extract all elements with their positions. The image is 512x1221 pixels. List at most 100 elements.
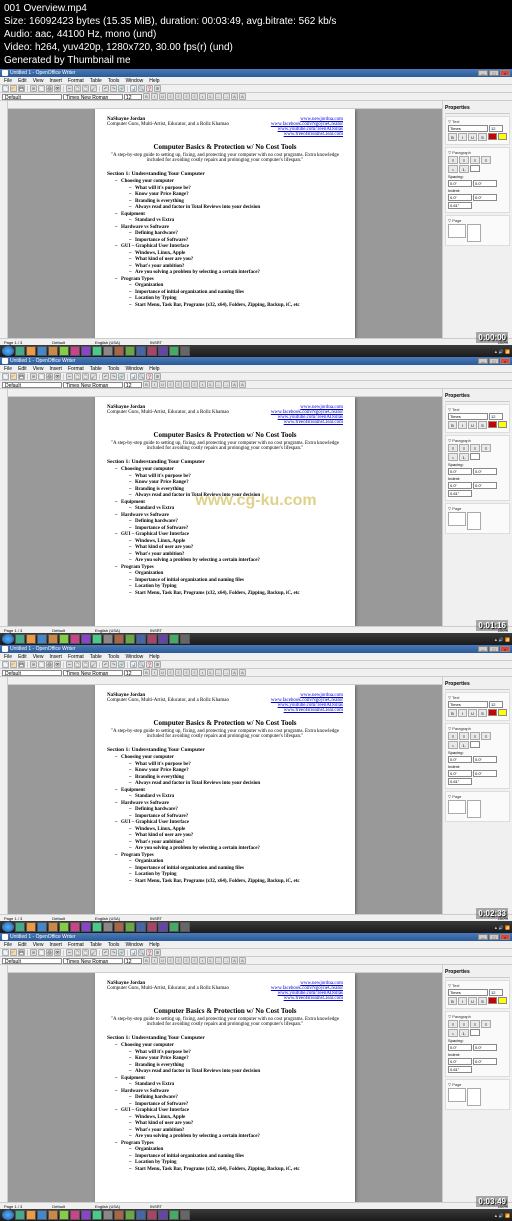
spacing-below[interactable]: 0.0" [473, 1044, 497, 1051]
taskbar-icon[interactable] [136, 346, 146, 356]
toolbar-button[interactable]: 🖨 [46, 373, 53, 380]
toolbar-button[interactable]: 🔗 [118, 85, 125, 92]
toolbar-button[interactable]: 🖌 [90, 949, 97, 956]
toolbar-button[interactable]: 🔍 [138, 85, 145, 92]
spacing-below[interactable]: 0.0" [473, 180, 497, 187]
menu-item[interactable]: Insert [49, 366, 62, 372]
taskbar-icon[interactable] [114, 634, 124, 644]
menu-item[interactable]: Help [149, 366, 159, 372]
prop-font[interactable]: Times [448, 701, 488, 708]
format-button[interactable]: ≡ [183, 669, 190, 676]
start-button[interactable] [2, 1210, 14, 1220]
toolbar-button[interactable]: 💾 [18, 373, 25, 380]
taskbar-icon[interactable] [114, 346, 124, 356]
document-area[interactable]: NaShayne JordanComputer Guru, Multi-Arti… [8, 101, 442, 338]
menu-item[interactable]: Window [125, 654, 143, 660]
indent-left[interactable]: 0.0" [448, 194, 472, 201]
taskbar-icon[interactable] [70, 922, 80, 932]
menu-item[interactable]: Table [90, 942, 102, 948]
toolbar-button[interactable]: ⊞ [154, 949, 161, 956]
format-button[interactable]: ≡ [167, 957, 174, 964]
taskbar-icon[interactable] [15, 634, 25, 644]
toolbar-button[interactable]: 📊 [130, 949, 137, 956]
toolbar-button[interactable]: 📋 [74, 85, 81, 92]
format-button[interactable]: ← [215, 93, 222, 100]
toolbar-button[interactable]: ⊞ [154, 661, 161, 668]
indent-right[interactable]: 0.0" [473, 1058, 497, 1065]
font-color[interactable] [488, 709, 497, 716]
minimize-button[interactable]: — [478, 934, 488, 940]
toolbar-button[interactable]: 💾 [18, 949, 25, 956]
toolbar-button[interactable]: 🔍 [138, 661, 145, 668]
start-button[interactable] [2, 922, 14, 932]
taskbar-icon[interactable] [125, 634, 135, 644]
menu-item[interactable]: View [33, 78, 44, 84]
numbering-btn[interactable]: 1. [459, 165, 469, 173]
format-button[interactable]: ≡ [167, 669, 174, 676]
minimize-button[interactable]: — [478, 70, 488, 76]
taskbar-icon[interactable] [125, 346, 135, 356]
para-bg[interactable] [470, 1029, 480, 1036]
prop-size[interactable]: 12 [489, 989, 503, 996]
toolbar-button[interactable]: 👁 [54, 373, 61, 380]
toolbar-button[interactable]: ❓ [146, 661, 153, 668]
taskbar-icon[interactable] [136, 1210, 146, 1220]
page-orient[interactable] [448, 800, 466, 814]
document-page[interactable]: NaShayne JordanComputer Guru, Multi-Arti… [95, 973, 355, 1202]
indent-right[interactable]: 0.0" [473, 770, 497, 777]
align-center[interactable]: ≡ [459, 444, 469, 452]
format-button[interactable]: U [159, 381, 166, 388]
menu-item[interactable]: Edit [18, 942, 27, 948]
indent-left[interactable]: 0.0" [448, 770, 472, 777]
toolbar-button[interactable]: 🖨 [46, 85, 53, 92]
font-size-select[interactable]: 12 [124, 382, 142, 388]
taskbar-icon[interactable] [180, 922, 190, 932]
taskbar-icon[interactable] [81, 1210, 91, 1220]
menu-item[interactable]: Edit [18, 366, 27, 372]
system-tray[interactable]: ▲ 🔊 📶 [494, 637, 510, 642]
taskbar-icon[interactable] [147, 634, 157, 644]
taskbar-icon[interactable] [136, 634, 146, 644]
taskbar-icon[interactable] [26, 346, 36, 356]
toolbar-button[interactable]: 🖌 [90, 373, 97, 380]
menu-item[interactable]: Table [90, 654, 102, 660]
underline-btn[interactable]: U [468, 997, 477, 1005]
taskbar-icon[interactable] [37, 922, 47, 932]
format-button[interactable]: ≡ [191, 669, 198, 676]
minimize-button[interactable]: — [478, 646, 488, 652]
taskbar-icon[interactable] [70, 346, 80, 356]
toolbar-button[interactable]: ⊞ [154, 373, 161, 380]
page-orient2[interactable] [467, 512, 481, 530]
underline-btn[interactable]: U [468, 133, 477, 141]
document-page[interactable]: NaShayne JordanComputer Guru, Multi-Arti… [95, 109, 355, 338]
toolbar-button[interactable]: 👁 [54, 661, 61, 668]
start-button[interactable] [2, 346, 14, 356]
bullets-btn[interactable]: • [448, 741, 458, 749]
toolbar-button[interactable]: ✉ [30, 949, 37, 956]
taskbar-icon[interactable] [48, 346, 58, 356]
format-button[interactable]: → [223, 381, 230, 388]
toolbar-button[interactable]: 🖨 [46, 661, 53, 668]
format-button[interactable]: B [143, 957, 150, 964]
menu-item[interactable]: Tools [108, 366, 120, 372]
toolbar-button[interactable]: ❓ [146, 949, 153, 956]
toolbar-button[interactable]: 📄 [2, 85, 9, 92]
font-color[interactable] [488, 421, 497, 428]
menu-item[interactable]: File [4, 78, 12, 84]
format-button[interactable]: I [151, 93, 158, 100]
menu-item[interactable]: Tools [108, 942, 120, 948]
toolbar-button[interactable]: 🖨 [46, 949, 53, 956]
format-button[interactable]: 1. [207, 381, 214, 388]
strike-btn[interactable]: S [478, 997, 487, 1005]
taskbar-icon[interactable] [48, 922, 58, 932]
indent-right[interactable]: 0.0" [473, 482, 497, 489]
system-tray[interactable]: ▲ 🔊 📶 [494, 1213, 510, 1218]
taskbar-icon[interactable] [48, 1210, 58, 1220]
taskbar-icon[interactable] [37, 1210, 47, 1220]
taskbar-icon[interactable] [48, 634, 58, 644]
format-button[interactable]: • [199, 93, 206, 100]
close-button[interactable]: × [500, 646, 510, 652]
bold-btn[interactable]: B [448, 997, 457, 1005]
document-area[interactable]: NaShayne JordanComputer Guru, Multi-Arti… [8, 677, 442, 914]
taskbar-icon[interactable] [92, 922, 102, 932]
